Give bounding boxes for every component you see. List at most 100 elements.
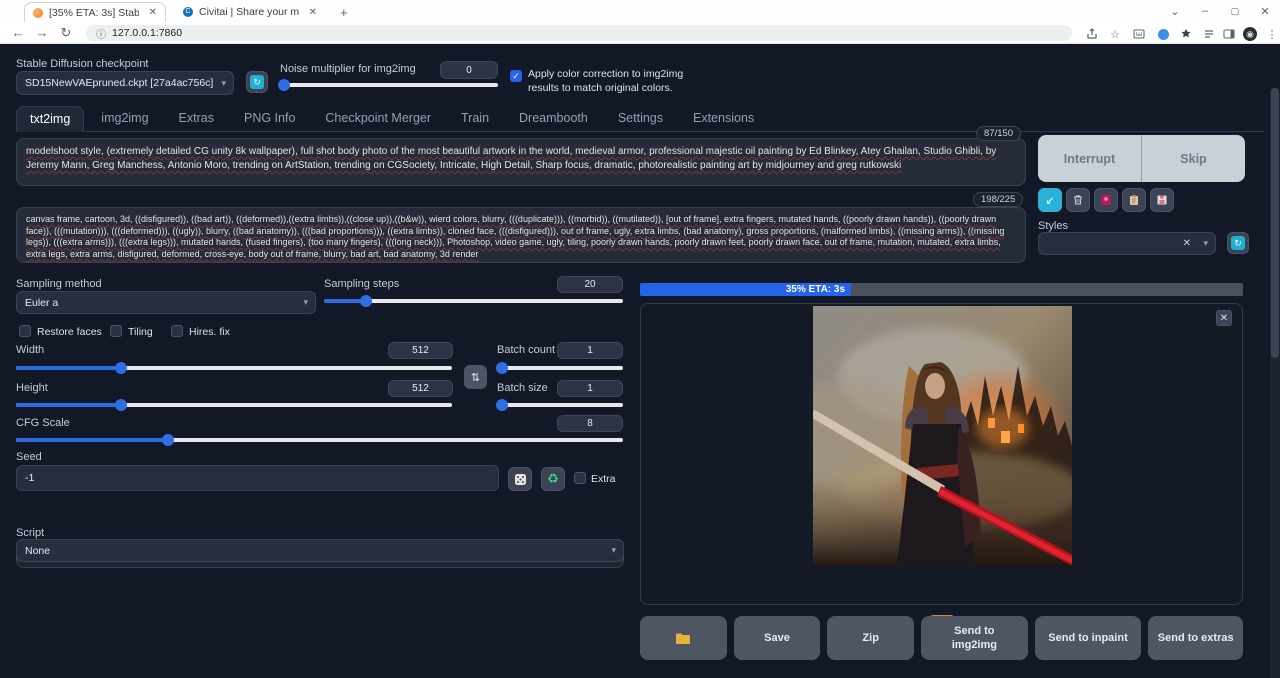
browser-toolbar: ← → ↻ ⓘ 127.0.0.1:7860 ☆ ◉ ⋮ [0, 22, 1280, 44]
extension-grid-icon[interactable] [1131, 26, 1147, 42]
interrupt-button[interactable]: Interrupt [1038, 135, 1141, 182]
tab-checkpoint-merger[interactable]: Checkpoint Merger [312, 106, 444, 131]
address-bar[interactable]: ⓘ 127.0.0.1:7860 [86, 25, 1072, 41]
browser-tab-strip: [35% ETA: 3s] Stable Diffusion ✕ C Civit… [0, 0, 1280, 22]
negative-token-counter: 198/225 [973, 192, 1023, 207]
tab-train[interactable]: Train [448, 106, 502, 131]
tab-png-info[interactable]: PNG Info [231, 106, 308, 131]
send-to-img2img-button[interactable]: Send to img2img [921, 616, 1028, 660]
height-input[interactable]: 512 [388, 380, 453, 397]
side-panel-icon[interactable] [1221, 26, 1237, 42]
sampling-steps-slider[interactable] [324, 295, 623, 307]
negative-prompt-textarea[interactable]: canvas frame, cartoon, 3d, ((disfigured)… [16, 207, 1026, 263]
random-seed-button[interactable] [508, 467, 532, 491]
bookmark-star-icon[interactable]: ☆ [1107, 26, 1123, 42]
tab-title: Civitai | Share your models [199, 6, 299, 18]
clear-styles-icon[interactable]: ✕ [1183, 238, 1191, 249]
tab-close-icon[interactable]: ✕ [309, 7, 317, 18]
tab-img2img[interactable]: img2img [88, 106, 161, 131]
batch-count-input[interactable]: 1 [557, 342, 623, 359]
styles-refresh-button[interactable]: ↻ [1227, 232, 1249, 254]
window-minimize-icon[interactable]: – [1190, 5, 1220, 17]
prompt-textarea[interactable]: modelshoot style, (extremely detailed CG… [16, 138, 1026, 186]
seed-input[interactable]: -1 [16, 465, 499, 491]
skip-button[interactable]: Skip [1142, 135, 1245, 182]
forward-icon[interactable]: → [32, 25, 52, 40]
reuse-seed-button[interactable]: ♻ [541, 467, 565, 491]
save-style-button[interactable] [1150, 188, 1174, 212]
extra-seed-checkbox[interactable] [574, 472, 586, 484]
width-input[interactable]: 512 [388, 342, 453, 359]
extra-networks-button[interactable] [1094, 188, 1118, 212]
folder-icon [675, 632, 691, 645]
cfg-scale-slider[interactable] [16, 434, 623, 446]
tab-extensions[interactable]: Extensions [680, 106, 767, 131]
profile-avatar[interactable]: ◉ [1242, 26, 1258, 42]
chevron-down-icon: ▾ [611, 545, 616, 556]
checkpoint-dropdown[interactable]: SD15NewVAEpruned.ckpt [27a4ac756c] ▾ [16, 71, 234, 95]
extensions-puzzle-icon[interactable] [1178, 26, 1194, 42]
width-slider[interactable] [16, 362, 452, 374]
window-maximize-icon[interactable]: ▢ [1220, 6, 1250, 17]
restore-faces-label: Restore faces [37, 326, 102, 338]
tab-close-icon[interactable]: ✕ [149, 7, 157, 18]
new-tab-button[interactable]: + [332, 2, 352, 22]
refresh-icon: ↻ [250, 75, 264, 89]
tiling-checkbox[interactable] [110, 325, 122, 337]
reload-icon[interactable]: ↻ [56, 25, 76, 41]
tab-extras[interactable]: Extras [166, 106, 227, 131]
prompt-token-counter: 87/150 [976, 126, 1021, 141]
progress-fill: 35% ETA: 3s [640, 283, 851, 296]
close-icon[interactable]: ✕ [1216, 310, 1232, 326]
browser-menu-icon[interactable]: ⋮ [1264, 26, 1280, 42]
noise-multiplier-input[interactable]: 0 [440, 61, 498, 79]
sampling-method-dropdown[interactable]: Euler a ▾ [16, 291, 316, 314]
back-icon[interactable]: ← [8, 25, 28, 40]
extension-blue-icon[interactable] [1155, 26, 1171, 42]
browser-tab-civitai[interactable]: C Civitai | Share your models ✕ [175, 2, 325, 22]
open-folder-button[interactable] [640, 616, 727, 660]
tab-settings[interactable]: Settings [605, 106, 676, 131]
page-scrollbar[interactable] [1270, 88, 1280, 678]
styles-dropdown[interactable]: ✕ ▾ [1038, 232, 1216, 255]
color-correction-checkbox[interactable]: ✓ [510, 70, 522, 82]
generated-image-preview[interactable] [813, 306, 1072, 566]
apply-style-button[interactable] [1122, 188, 1146, 212]
cfg-scale-input[interactable]: 8 [557, 415, 623, 432]
noise-multiplier-slider[interactable] [280, 79, 498, 91]
batch-count-slider[interactable] [497, 362, 623, 374]
swap-dimensions-button[interactable]: ⇅ [464, 365, 487, 389]
tab-dreambooth[interactable]: Dreambooth [506, 106, 601, 131]
paste-params-button[interactable]: ↙ [1038, 188, 1062, 212]
window-controls: ⌄ – ▢ ✕ [1160, 0, 1280, 22]
batch-size-input[interactable]: 1 [557, 380, 623, 397]
main-tabs: txt2img img2img Extras PNG Info Checkpoi… [16, 106, 1264, 132]
checkpoint-refresh-button[interactable]: ↻ [246, 71, 268, 93]
progress-bar: 35% ETA: 3s [640, 283, 1243, 296]
window-close-icon[interactable]: ✕ [1250, 5, 1280, 18]
share-icon[interactable] [1084, 26, 1100, 42]
zip-button[interactable]: Zip [827, 616, 914, 660]
clear-prompt-button[interactable] [1066, 188, 1090, 212]
hires-fix-checkbox[interactable] [171, 325, 183, 337]
height-slider[interactable] [16, 399, 452, 411]
tab-txt2img[interactable]: txt2img [16, 106, 84, 132]
send-to-extras-button[interactable]: Send to extras [1148, 616, 1243, 660]
send-to-inpaint-button[interactable]: Send to inpaint [1035, 616, 1142, 660]
sampling-steps-input[interactable]: 20 [557, 276, 623, 293]
interrupt-skip-group: Interrupt Skip [1038, 135, 1245, 182]
browser-tab-stable-diffusion[interactable]: [35% ETA: 3s] Stable Diffusion ✕ [24, 2, 166, 22]
refresh-icon: ↻ [1231, 236, 1245, 250]
tiling-label: Tiling [128, 326, 153, 338]
restore-faces-checkbox[interactable] [19, 325, 31, 337]
sampling-method-value: Euler a [25, 297, 58, 309]
reading-list-icon[interactable] [1201, 26, 1217, 42]
save-button[interactable]: Save [734, 616, 821, 660]
browser-chevron-icon[interactable]: ⌄ [1160, 5, 1190, 18]
site-info-icon[interactable]: ⓘ [96, 26, 106, 41]
save-icon [1156, 194, 1168, 206]
output-actions: Save Zip Send to img2img Send to inpaint… [640, 616, 1243, 660]
script-dropdown[interactable]: None ▾ [16, 539, 624, 562]
batch-size-slider[interactable] [497, 399, 623, 411]
sd-webui-page: Stable Diffusion checkpoint SD15NewVAEpr… [0, 44, 1280, 678]
